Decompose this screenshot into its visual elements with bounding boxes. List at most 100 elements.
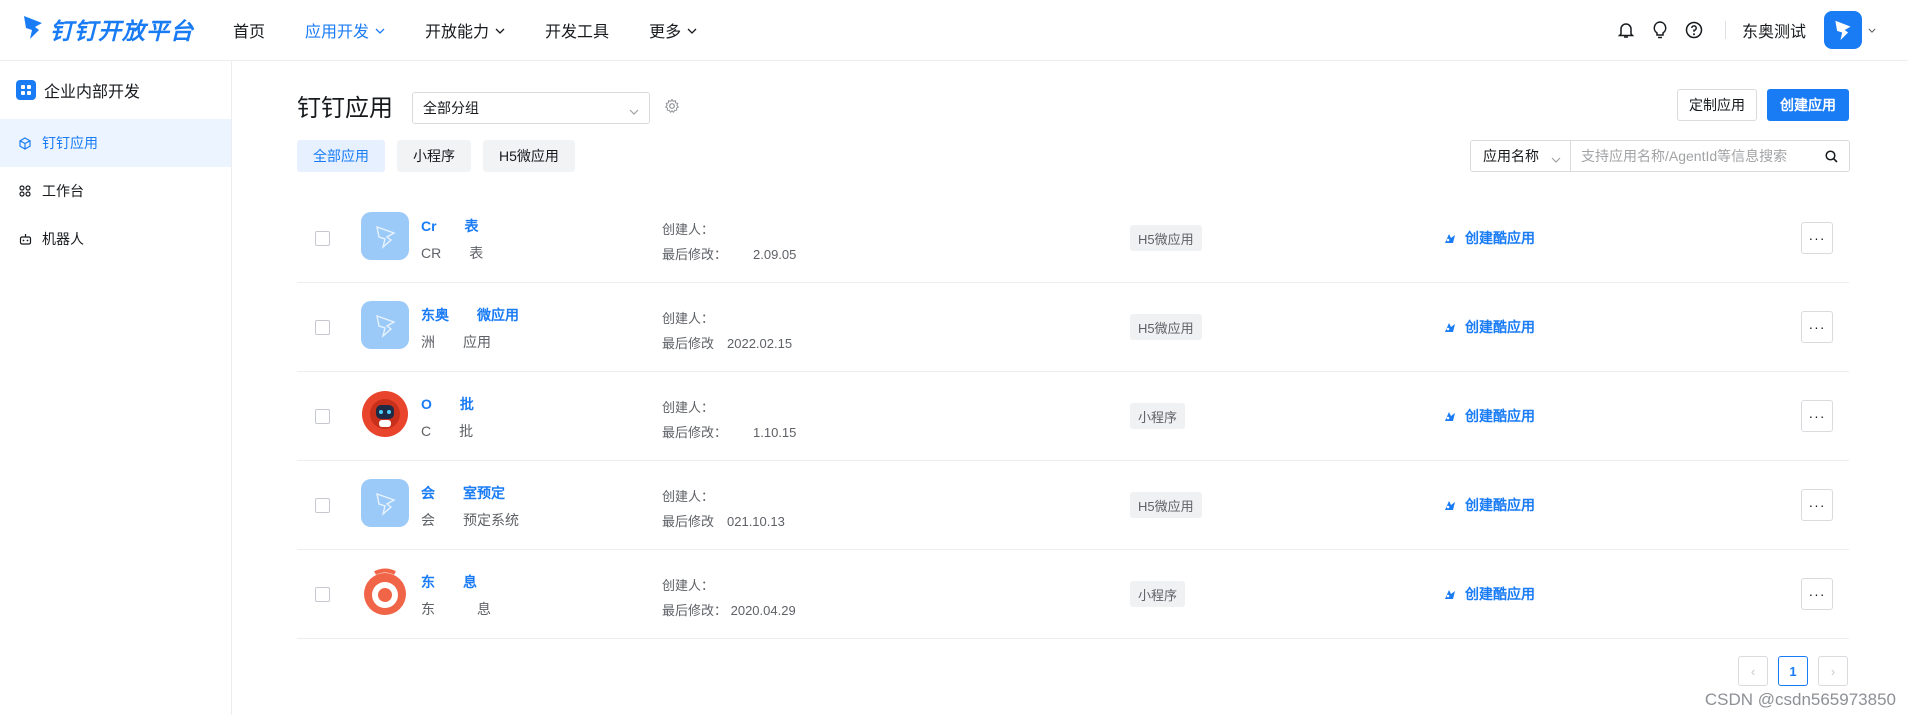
org-name[interactable]: 东奥测试 [1742, 18, 1806, 42]
nav-app-dev-label: 应用开发 [305, 24, 370, 41]
prev-page-button[interactable]: ‹ [1738, 656, 1768, 686]
create-cool-app-label: 创建酷应用 [1465, 230, 1535, 246]
lightbulb-icon[interactable] [1649, 19, 1671, 41]
tab-h5-app[interactable]: H5微应用 [483, 140, 575, 172]
more-actions-button[interactable]: ··· [1801, 222, 1833, 254]
app-creator: 创建人： [662, 489, 715, 504]
nav-home[interactable]: 首页 [233, 18, 265, 42]
row-checkbox[interactable] [315, 231, 330, 246]
dingtalk-logo-icon [22, 14, 44, 45]
app-name[interactable]: Cr 表 [421, 216, 479, 236]
chevron-down-icon [495, 21, 505, 39]
table-row: O 批 C 批 创建人： 最后修改： 1.10.15 小程序 创建酷应用 ··· [297, 372, 1849, 461]
app-creator: 创建人： [662, 400, 715, 415]
app-name[interactable]: 东奥 微应用 [421, 305, 519, 325]
chevron-down-icon[interactable] [1868, 28, 1876, 33]
create-cool-app-link[interactable]: 创建酷应用 [1443, 406, 1535, 426]
page-title: 钉钉应用 [297, 95, 393, 122]
create-cool-app-label: 创建酷应用 [1465, 408, 1535, 424]
pagination: ‹ 1 › [1738, 656, 1848, 686]
app-list: Cr 表 CR 表 创建人： 最后修改： 2.09.05 H5微应用 创建酷应用… [297, 194, 1849, 639]
dingtalk-app-icon[interactable] [361, 301, 409, 349]
more-actions-button[interactable]: ··· [1801, 311, 1833, 343]
cool-app-icon [1445, 501, 1455, 510]
app-name[interactable]: 东 息 [421, 572, 477, 592]
app-desc: CR 表 [421, 245, 484, 261]
app-desc: 洲 应用 [421, 334, 491, 350]
sidebar-item-dingtalk-apps[interactable]: 钉钉应用 [0, 119, 231, 167]
row-checkbox[interactable] [315, 498, 330, 513]
table-row: 东 息 东 息 创建人： 最后修改： 2020.04.29 小程序 创建酷应用 … [297, 550, 1849, 639]
apps-grid-icon [16, 80, 36, 100]
nav-open-capability[interactable]: 开放能力 [425, 18, 505, 42]
sidebar-item-label: 工作台 [42, 183, 84, 199]
more-actions-button[interactable]: ··· [1801, 578, 1833, 610]
table-row: Cr 表 CR 表 创建人： 最后修改： 2.09.05 H5微应用 创建酷应用… [297, 194, 1849, 283]
create-cool-app-label: 创建酷应用 [1465, 319, 1535, 335]
app-creator: 创建人： [662, 578, 715, 593]
chevron-down-icon [687, 21, 697, 39]
app-desc: C 批 [421, 423, 474, 439]
nav-dev-tools-label: 开发工具 [545, 24, 610, 41]
search-input[interactable] [1571, 141, 1813, 171]
tab-mini-program[interactable]: 小程序 [397, 140, 471, 172]
bell-icon[interactable] [1615, 19, 1637, 41]
sidebar-title: 企业内部开发 [0, 61, 231, 119]
nav-dev-tools[interactable]: 开发工具 [545, 18, 609, 42]
table-row: 东奥 微应用 洲 应用 创建人： 最后修改 2022.02.15 H5微应用 创… [297, 283, 1849, 372]
sidebar-title-label: 企业内部开发 [44, 84, 141, 101]
gear-icon[interactable] [664, 98, 680, 119]
more-actions-button[interactable]: ··· [1801, 400, 1833, 432]
sidebar-item-robot[interactable]: 机器人 [0, 215, 231, 263]
create-app-button[interactable]: 创建应用 [1767, 89, 1849, 121]
app-name[interactable]: 会 室预定 [421, 483, 505, 503]
search-icon[interactable] [1813, 141, 1849, 171]
search-type-value: 应用名称 [1483, 148, 1539, 164]
next-page-button[interactable]: › [1818, 656, 1848, 686]
main-nav: 首页 应用开发 开放能力 开发工具 更多 [233, 0, 737, 60]
avatar[interactable] [1824, 11, 1862, 49]
cool-app-icon [1445, 412, 1455, 421]
row-checkbox[interactable] [315, 587, 330, 602]
brand-logo[interactable]: 钉钉开放平台 [22, 12, 194, 46]
search-bar: 应用名称 [1470, 140, 1850, 172]
cool-app-icon [1445, 234, 1455, 243]
more-actions-button[interactable]: ··· [1801, 489, 1833, 521]
row-checkbox[interactable] [315, 409, 330, 424]
custom-app-button[interactable]: 定制应用 [1677, 89, 1757, 121]
create-cool-app-link[interactable]: 创建酷应用 [1443, 228, 1535, 248]
chevron-down-icon [375, 21, 385, 39]
dingtalk-app-icon[interactable] [361, 479, 409, 527]
cube-icon [18, 136, 32, 150]
robot-icon [18, 232, 32, 246]
create-cool-app-link[interactable]: 创建酷应用 [1443, 584, 1535, 604]
nav-more[interactable]: 更多 [649, 18, 697, 42]
page-number-button[interactable]: 1 [1778, 656, 1808, 686]
create-cool-app-link[interactable]: 创建酷应用 [1443, 317, 1535, 337]
header-divider [1724, 21, 1726, 39]
robot-app-icon[interactable] [361, 390, 409, 438]
nav-open-capability-label: 开放能力 [425, 24, 490, 41]
create-cool-app-label: 创建酷应用 [1465, 586, 1535, 602]
app-type-badge: 小程序 [1130, 403, 1186, 429]
sidebar-item-label: 钉钉应用 [42, 135, 98, 151]
nav-home-label: 首页 [233, 24, 266, 41]
app-type-badge: H5微应用 [1130, 225, 1202, 251]
nav-app-dev[interactable]: 应用开发 [305, 18, 385, 42]
search-type-select[interactable]: 应用名称 [1471, 141, 1571, 171]
tab-all-apps[interactable]: 全部应用 [297, 140, 385, 172]
create-cool-app-link[interactable]: 创建酷应用 [1443, 495, 1535, 515]
app-modified: 最后修改： 2020.04.29 [662, 603, 796, 618]
nav-more-label: 更多 [649, 24, 682, 41]
app-desc: 东 息 [421, 601, 491, 617]
group-select[interactable]: 全部分组 [412, 92, 650, 124]
chevron-down-icon [1551, 150, 1561, 166]
table-row: 会 室预定 会 预定系统 创建人： 最后修改 021.10.13 H5微应用 创… [297, 461, 1849, 550]
help-icon[interactable] [1683, 19, 1705, 41]
sidebar-item-workbench[interactable]: 工作台 [0, 167, 231, 215]
sidebar-item-label: 机器人 [42, 231, 84, 247]
app-name[interactable]: O 批 [421, 394, 474, 414]
dingtalk-app-icon[interactable] [361, 212, 409, 260]
row-checkbox[interactable] [315, 320, 330, 335]
ring-app-icon[interactable] [361, 568, 409, 616]
